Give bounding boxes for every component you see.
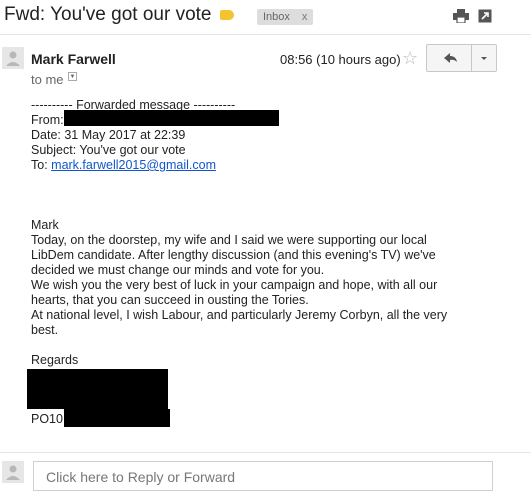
- body-line: best.: [31, 323, 59, 337]
- show-details-icon[interactable]: ▼: [68, 72, 77, 81]
- more-actions-button[interactable]: [471, 44, 497, 72]
- chevron-down-icon: [481, 57, 487, 60]
- body-line: Today, on the doorstep, my wife and I sa…: [31, 233, 427, 247]
- body-line: hearts, that you can succeed in ousting …: [31, 293, 309, 307]
- redaction-block: [64, 409, 170, 427]
- body-line: LibDem candidate. After lengthy discussi…: [31, 248, 436, 262]
- header-divider: [0, 34, 531, 35]
- user-avatar: [2, 461, 24, 483]
- sender-name[interactable]: Mark Farwell: [31, 51, 116, 67]
- inbox-label-chip[interactable]: Inbox x: [257, 9, 314, 25]
- recipient-summary: to me: [31, 72, 64, 87]
- forwarded-to-label: To:: [31, 158, 52, 172]
- forwarded-from-label: From:: [31, 113, 64, 127]
- body-line: decided we must change our minds and vot…: [31, 263, 325, 277]
- forwarded-date: Date: 31 May 2017 at 22:39: [31, 128, 186, 142]
- reply-icon: [444, 53, 457, 63]
- star-icon[interactable]: ☆: [402, 49, 418, 67]
- important-label-icon[interactable]: [220, 10, 234, 20]
- inbox-label-text: Inbox: [263, 11, 290, 23]
- postcode-prefix: PO10: [31, 412, 63, 426]
- redaction-block: [64, 110, 279, 126]
- body-line: At national level, I wish Labour, and pa…: [31, 308, 448, 322]
- message-timestamp: 08:56 (10 hours ago): [280, 52, 401, 67]
- redaction-block: [27, 369, 168, 409]
- remove-label-icon[interactable]: x: [302, 11, 308, 23]
- email-subject: Fwd: You've got our vote: [4, 4, 212, 25]
- body-line: We wish you the very best of luck in you…: [31, 278, 438, 292]
- reply-divider: [0, 452, 531, 453]
- body-line: Mark: [31, 218, 59, 232]
- print-icon[interactable]: [453, 9, 469, 23]
- reply-button[interactable]: [426, 44, 472, 72]
- reply-forward-box[interactable]: Click here to Reply or Forward: [33, 461, 493, 491]
- recipient-email-link[interactable]: mark.farwell2015@gmail.com: [51, 158, 216, 172]
- sender-avatar: [2, 47, 24, 69]
- new-window-icon[interactable]: [478, 9, 492, 23]
- forwarded-to: To: mark.farwell2015@gmail.com: [31, 158, 216, 173]
- sign-off: Regards: [31, 353, 79, 367]
- forwarded-subject: Subject: You've got our vote: [31, 143, 186, 157]
